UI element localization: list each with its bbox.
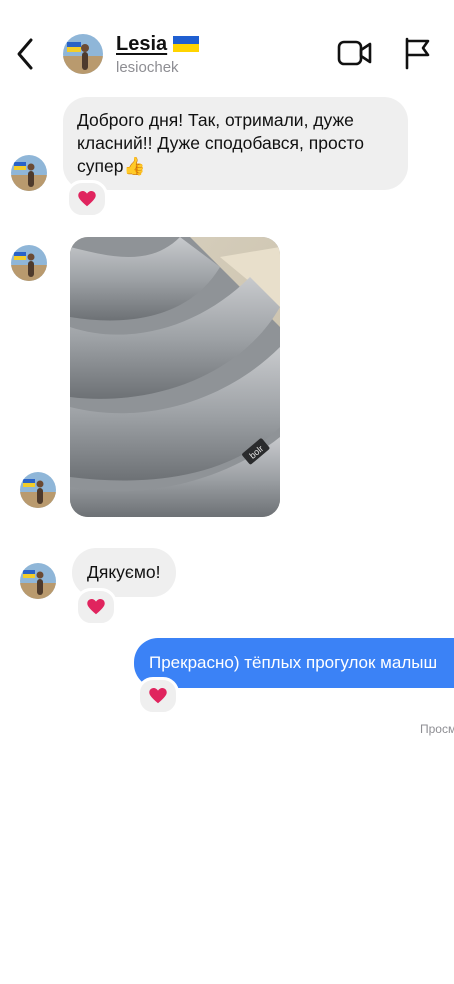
video-call-button[interactable] — [336, 37, 374, 69]
message-reaction[interactable] — [66, 180, 108, 218]
red-heart-icon — [149, 688, 167, 704]
seen-status: Просм — [420, 722, 454, 736]
contact-avatar[interactable] — [63, 34, 103, 74]
red-heart-icon — [78, 191, 96, 207]
back-button[interactable] — [10, 36, 42, 72]
message-text: Прекрасно) тёплых прогулок малыш — [149, 653, 438, 672]
message-reaction[interactable] — [75, 588, 117, 626]
contact-username: lesiochek — [116, 59, 179, 76]
report-button[interactable] — [400, 35, 434, 71]
photo-message[interactable]: bolr — [70, 237, 280, 517]
sender-avatar[interactable] — [20, 472, 56, 508]
flag-icon — [405, 37, 430, 70]
message-text: Доброго дня! Так, отримали, дуже класний… — [77, 110, 364, 176]
contact-name[interactable]: Lesia — [116, 33, 200, 56]
ukraine-flag-emoji — [173, 35, 200, 52]
message-text: Дякуємо! — [87, 562, 161, 582]
sender-avatar[interactable] — [11, 245, 47, 281]
sender-avatar[interactable] — [11, 155, 47, 191]
message-reaction[interactable] — [137, 677, 179, 715]
red-heart-icon — [87, 599, 105, 615]
message-bubble-outgoing[interactable]: Прекрасно) тёплых прогулок малыш — [134, 638, 454, 688]
video-camera-icon — [337, 40, 372, 66]
sender-avatar[interactable] — [20, 563, 56, 599]
chevron-left-icon — [17, 38, 33, 70]
contact-name-text: Lesia — [116, 33, 168, 55]
message-bubble-incoming[interactable]: Доброго дня! Так, отримали, дуже класний… — [63, 97, 408, 190]
